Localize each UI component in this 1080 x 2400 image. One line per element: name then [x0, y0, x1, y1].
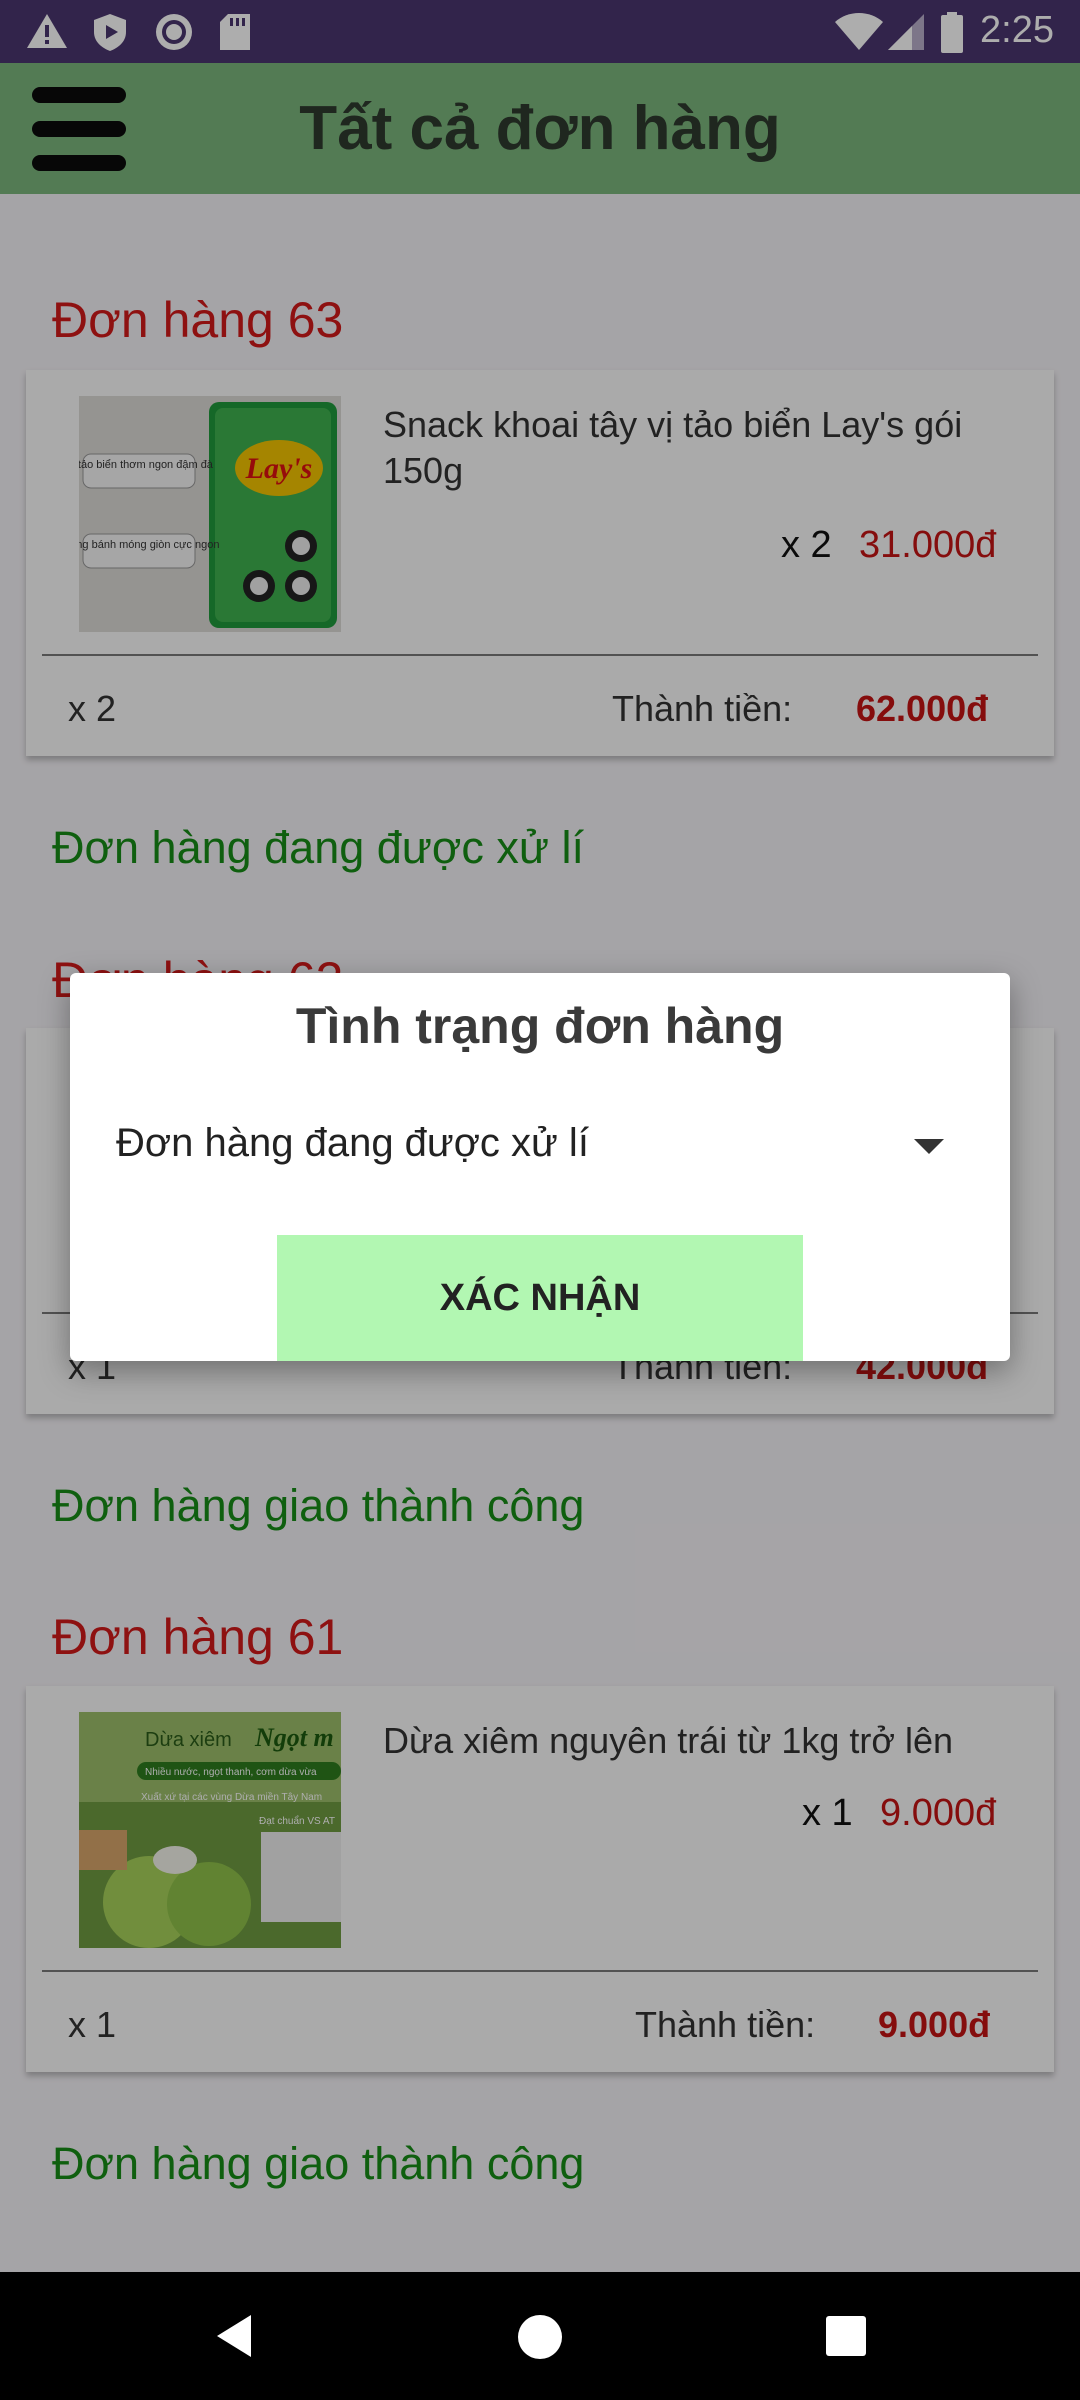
dropdown-arrow-icon: [914, 1139, 944, 1154]
status-dropdown[interactable]: Đơn hàng đang được xử lí: [116, 1121, 944, 1191]
status-dropdown-value: Đơn hàng đang được xử lí: [116, 1121, 589, 1165]
dialog-title: Tình trạng đơn hàng: [295, 998, 785, 1054]
order-status-dialog: Tình trạng đơn hàng Đơn hàng đang được x…: [70, 973, 1010, 1361]
home-icon[interactable]: [518, 2315, 562, 2359]
system-nav-bar: [0, 2272, 1080, 2400]
recent-apps-icon[interactable]: [826, 2316, 866, 2356]
confirm-button[interactable]: XÁC NHẬN: [277, 1235, 803, 1361]
back-icon[interactable]: [215, 2313, 255, 2359]
